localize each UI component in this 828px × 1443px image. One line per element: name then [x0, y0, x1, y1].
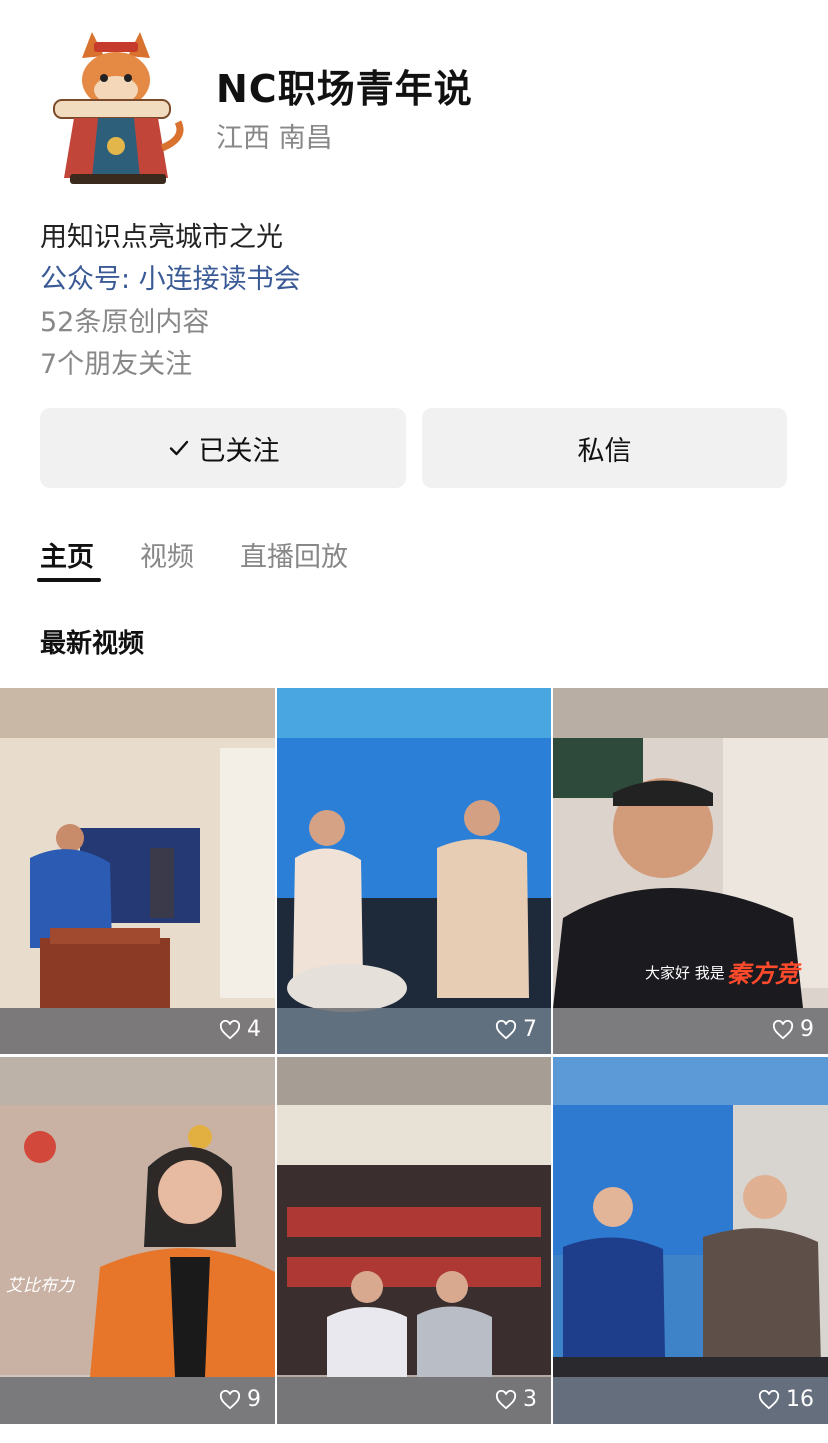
profile-name: NC职场青年说 [216, 67, 473, 111]
tab-live-replay[interactable]: 直播回放 [240, 535, 348, 585]
like-count-value: 9 [800, 1017, 814, 1042]
video-thumbnail[interactable]: 大家好 我是 秦方竞 9 [553, 688, 828, 1054]
latest-videos-title: 最新视频 [40, 629, 145, 659]
like-count: 3 [495, 1387, 537, 1412]
message-button[interactable]: 私信 [422, 408, 787, 488]
like-count: 9 [772, 1017, 814, 1042]
heart-outline-icon [758, 1389, 780, 1409]
video-thumbnail[interactable]: 7 [277, 688, 551, 1054]
like-count-value: 9 [247, 1387, 261, 1412]
like-count: 16 [758, 1387, 814, 1412]
heart-outline-icon [219, 1019, 241, 1039]
friends-following[interactable]: 7个朋友关注 [40, 342, 192, 381]
like-count: 7 [495, 1017, 537, 1042]
official-account-link[interactable]: 公众号: 小连接读书会 [40, 257, 301, 296]
heart-outline-icon [495, 1389, 517, 1409]
like-count-value: 4 [247, 1017, 261, 1042]
profile-bio: 用知识点亮城市之光 [40, 222, 283, 253]
heart-outline-icon [495, 1019, 517, 1039]
like-count-value: 3 [523, 1387, 537, 1412]
video-grid: 4 7 大家好 我是 秦方竞 9 艾比布力 9 3 16 [0, 688, 828, 1424]
video-thumbnail[interactable]: 4 [0, 688, 275, 1054]
followed-button[interactable]: 已关注 [40, 408, 406, 488]
like-count: 9 [219, 1387, 261, 1412]
video-overlay-caption: 艾比布力 [6, 1276, 74, 1296]
like-count: 4 [219, 1017, 261, 1042]
profile-location: 江西 南昌 [216, 123, 333, 154]
followed-button-label: 已关注 [198, 435, 280, 467]
video-thumbnail[interactable]: 艾比布力 9 [0, 1057, 275, 1424]
check-icon [169, 440, 188, 456]
like-count-value: 7 [523, 1017, 537, 1042]
like-count-value: 16 [786, 1387, 814, 1412]
profile-header: NC职场青年说 江西 南昌 [0, 0, 828, 200]
avatar[interactable] [40, 28, 190, 188]
video-thumbnail[interactable]: 3 [277, 1057, 551, 1424]
heart-outline-icon [219, 1389, 241, 1409]
heart-outline-icon [772, 1019, 794, 1039]
video-overlay-name: 秦方竞 [727, 960, 799, 988]
video-overlay-caption: 大家好 我是 [645, 964, 725, 982]
active-tab-indicator [37, 578, 101, 582]
original-content-count: 52条原创内容 [40, 307, 210, 338]
video-thumbnail[interactable]: 16 [553, 1057, 828, 1424]
message-button-label: 私信 [577, 435, 632, 467]
tab-videos[interactable]: 视频 [140, 535, 194, 585]
